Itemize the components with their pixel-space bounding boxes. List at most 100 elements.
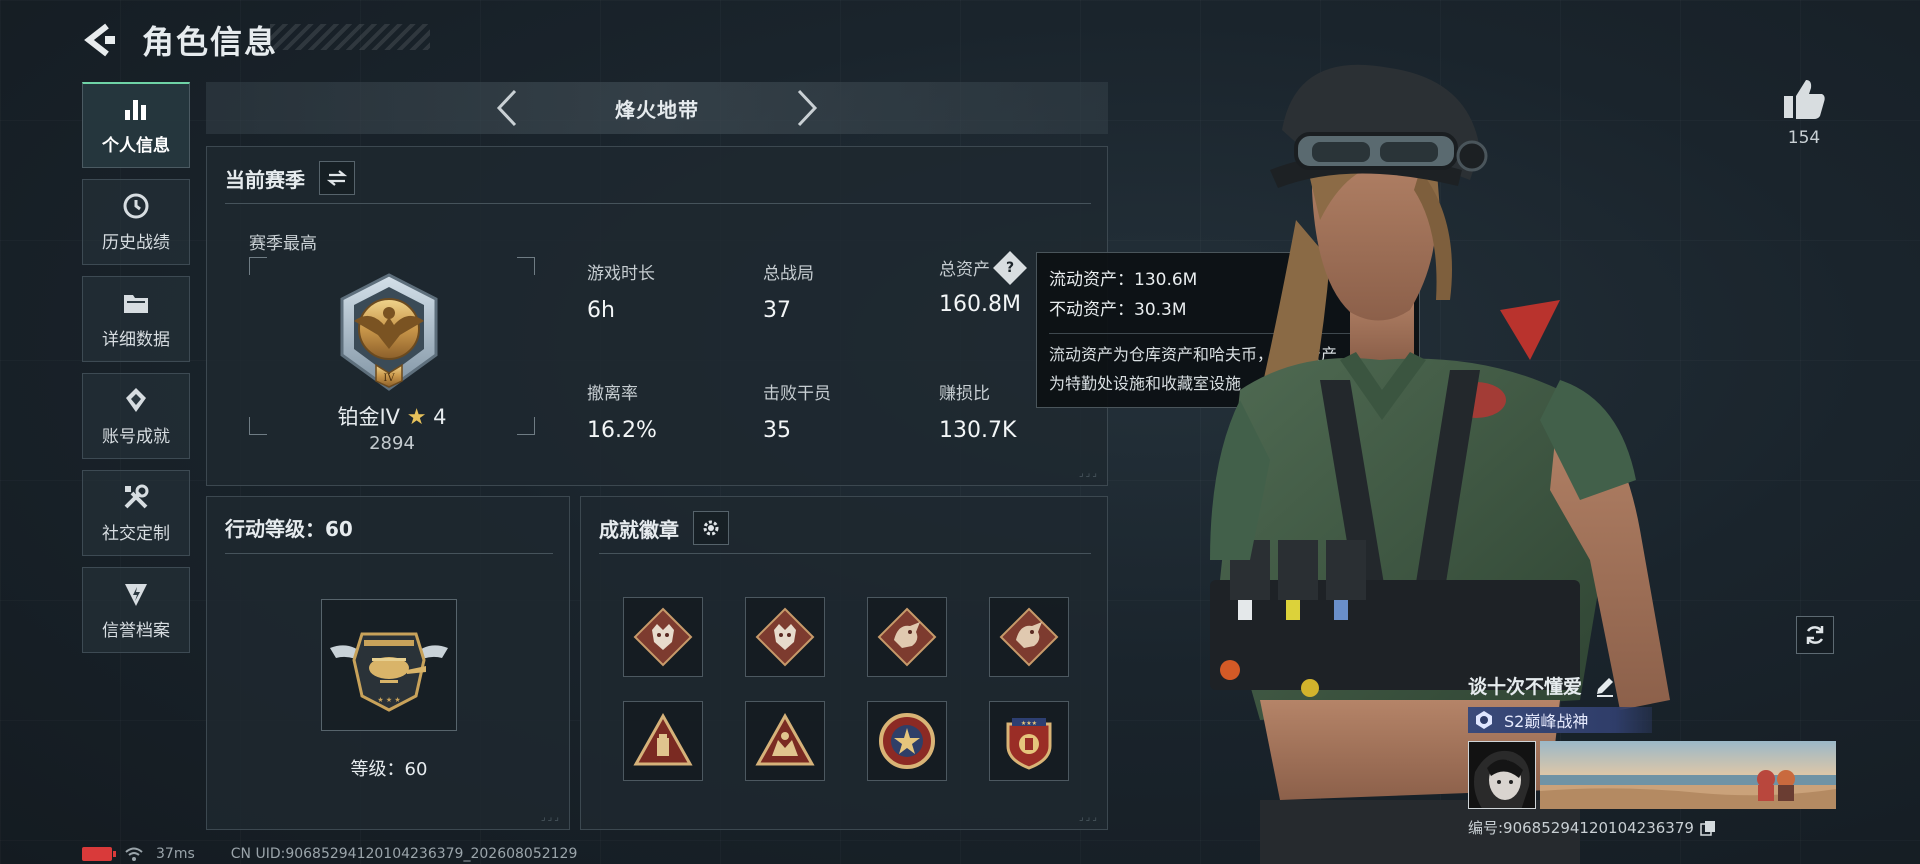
sidebar: 个人信息 历史战绩 详细数据 账号成就 社交定制 信誉档案 [82, 82, 190, 664]
action-level-text: 等级：60 [350, 759, 428, 780]
like-count: 154 [1787, 128, 1821, 148]
ping-text: 37ms [156, 846, 195, 862]
refresh-button[interactable] [1796, 616, 1834, 654]
back-arrow-icon [84, 23, 115, 57]
help-icon[interactable]: ? [993, 250, 1027, 285]
stat-value: 130.7K [939, 418, 1017, 443]
chevron-left-icon [496, 89, 517, 127]
triangle-badge-icon [633, 712, 693, 766]
stat-value: 16.2% [587, 418, 657, 443]
title-decoration [270, 24, 430, 50]
sidebar-item-label: 个人信息 [102, 136, 170, 156]
season-switch-button[interactable] [319, 161, 355, 195]
achievement-title: 成就徽章 [599, 517, 679, 542]
tools-icon [121, 483, 151, 511]
stat-label: 赚损比 [939, 384, 990, 404]
sidebar-item-label: 信誉档案 [102, 620, 170, 641]
bar-chart-icon [121, 95, 151, 123]
stat-value: 35 [763, 418, 791, 443]
action-level-emblem-icon: ★ ★ ★ [321, 599, 457, 731]
folder-icon [121, 289, 151, 317]
sidebar-item-achievements[interactable]: 账号成就 [82, 373, 190, 459]
season-header: 当前赛季 [225, 161, 355, 195]
achievement-header: 成就徽章 [599, 511, 729, 545]
mode-title: 烽火地带 [615, 97, 699, 122]
season-title: 当前赛季 [225, 167, 305, 192]
rank-stars: 4 [433, 405, 447, 429]
wolf-badge-icon [633, 607, 693, 667]
page-title: 角色信息 [142, 23, 279, 61]
divider [225, 553, 553, 554]
wolf-badge[interactable] [745, 597, 825, 677]
sidebar-item-label: 历史战绩 [102, 232, 170, 253]
divider [599, 553, 1091, 554]
corner-decoration: ⌟⌟⌟ [540, 812, 561, 823]
sidebar-item-label: 详细数据 [102, 329, 170, 350]
reputation-icon [121, 580, 151, 608]
corner-decoration: ⌟⌟⌟ [1078, 468, 1099, 479]
sidebar-item-detailed-data[interactable]: 详细数据 [82, 276, 190, 362]
stat-total-assets: 总资产 ? 160.8M [939, 250, 1027, 317]
triangle-badge[interactable] [745, 701, 825, 781]
round-badge-icon [879, 713, 935, 769]
sidebar-item-reputation[interactable]: 信誉档案 [82, 567, 190, 653]
back-button[interactable] [80, 20, 120, 60]
action-level-title: 行动等级：60 [225, 517, 353, 541]
svg-text:★ ★ ★: ★ ★ ★ [377, 696, 400, 704]
achievement-icon [121, 386, 151, 414]
uid-footer: CN UID:90685294120104236379_202608052129 [230, 846, 578, 862]
rank-emblem-icon: IV [324, 269, 454, 395]
profile-banner [1468, 741, 1836, 809]
triangle-badge-icon [755, 712, 815, 766]
action-level-panel: 行动等级：60 ★ ★ ★ 等级：60 ⌟⌟⌟ [206, 496, 570, 830]
action-level-header: 行动等级：60 [225, 513, 353, 542]
season-panel: 当前赛季 赛季最高 IV 铂金IV ★ 4 2894 游戏时长 6h 总战局 3… [206, 146, 1108, 486]
rank-name: 铂金IV [337, 405, 401, 429]
divider [225, 203, 1091, 204]
svg-text:★★★: ★★★ [1021, 720, 1037, 727]
wolf-badge-icon [755, 607, 815, 667]
svg-text:IV: IV [383, 373, 395, 384]
copy-icon[interactable] [1700, 820, 1716, 836]
dragon-badge-icon [877, 607, 937, 667]
player-uid: 编号:90685294120104236379 [1468, 819, 1694, 837]
sidebar-item-personal-info[interactable]: 个人信息 [82, 82, 190, 168]
wolf-badge[interactable] [623, 597, 703, 677]
mode-prev-button[interactable] [477, 82, 537, 134]
like-thumbs-up-icon[interactable] [1780, 76, 1828, 124]
dragon-badge[interactable] [867, 597, 947, 677]
stat-play-time: 游戏时长 6h [587, 259, 655, 323]
mode-next-button[interactable] [777, 82, 837, 134]
stat-label: 击败干员 [763, 384, 831, 404]
avatar[interactable] [1468, 741, 1536, 809]
stat-label-row: 总资产 ? [939, 250, 1027, 285]
stat-label: 总资产 [939, 260, 990, 280]
stat-total-matches: 总战局 37 [763, 259, 814, 323]
page-header: 角色信息 [80, 18, 278, 62]
stat-value: 6h [587, 298, 615, 323]
edit-pencil-icon[interactable] [1594, 675, 1616, 697]
stat-value: 160.8M [939, 292, 1021, 317]
sidebar-item-social-custom[interactable]: 社交定制 [82, 470, 190, 556]
star-icon: ★ [406, 405, 427, 430]
player-title-text: S2巅峰战神 [1504, 712, 1589, 731]
corner-decoration: ⌟⌟⌟ [1078, 812, 1099, 823]
player-title-badge: S2巅峰战神 [1468, 707, 1652, 733]
sidebar-item-label: 社交定制 [102, 523, 170, 544]
mode-selector: 烽火地带 [206, 82, 1108, 134]
title-emblem-icon [1476, 711, 1492, 729]
battery-icon [82, 847, 116, 861]
swap-icon [327, 170, 347, 186]
round-badge[interactable] [867, 701, 947, 781]
dragon-badge[interactable] [989, 597, 1069, 677]
shield-badge[interactable]: ★★★ [989, 701, 1069, 781]
stat-label: 撤离率 [587, 384, 638, 404]
achievement-settings-button[interactable] [693, 511, 729, 545]
sidebar-item-history[interactable]: 历史战绩 [82, 179, 190, 265]
triangle-badge[interactable] [623, 701, 703, 781]
name-card-background [1540, 741, 1836, 809]
shield-badge-icon: ★★★ [1006, 718, 1052, 770]
rank-card: IV 铂金IV ★ 4 2894 [249, 257, 535, 454]
player-uid-row: 编号:90685294120104236379 [1468, 817, 1836, 838]
player-name: 谈十次不懂爱 [1468, 676, 1583, 698]
